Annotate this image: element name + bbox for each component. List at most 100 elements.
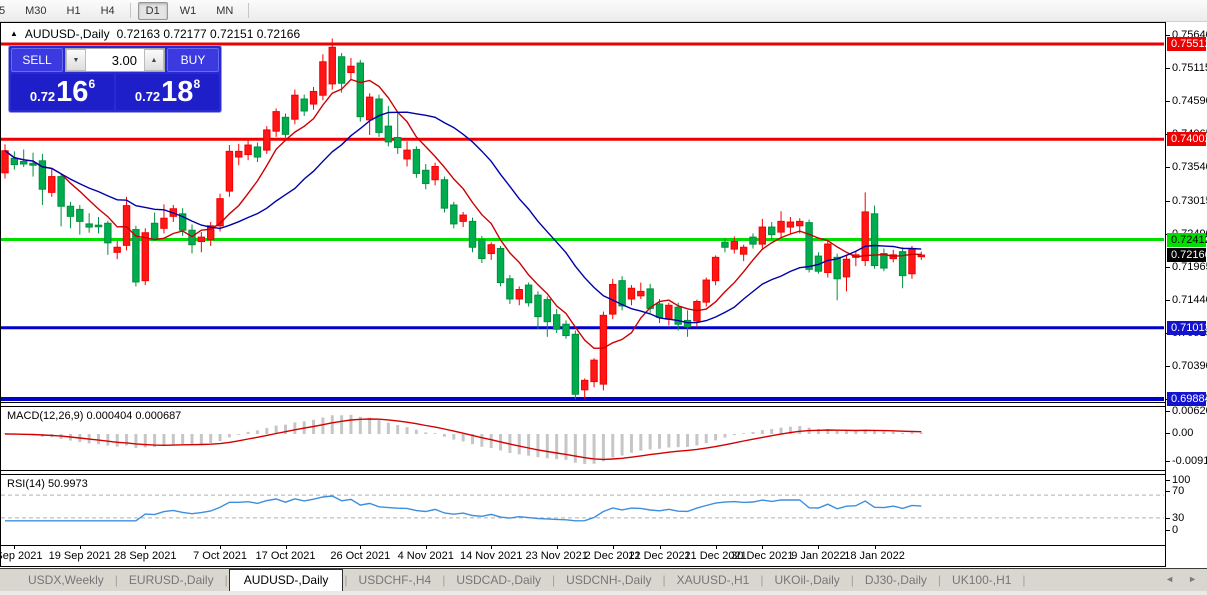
candle-body [768,226,776,236]
macd-histogram-bar [227,434,231,438]
candle-body [683,319,692,328]
macd-histogram-bar [255,430,259,434]
rsi-axis-label: 0 [1165,524,1179,536]
price-level-badge: 0.74002 [1167,132,1207,147]
date-label: 23 Nov 2021 [525,550,588,562]
macd-histogram-bar [321,417,325,434]
candle-body [908,248,916,275]
candle-body [291,94,299,120]
timeframe-button-h1[interactable]: H1 [59,2,89,20]
timeframe-button-5[interactable]: 5 [0,2,13,20]
macd-histogram-bar [209,434,213,444]
macd-histogram-bar [854,431,858,434]
candle-body [66,205,75,217]
macd-histogram-bar [919,432,923,434]
chart-tab-uk100-h1[interactable]: UK100-,H1 [942,570,1021,591]
macd-histogram-bar [564,434,568,460]
candle-body [365,96,374,121]
date-label: 7 Oct 2021 [193,550,247,562]
candle-body [786,221,795,228]
chart-ohlc-values: 0.72163 0.72177 0.72151 0.72166 [116,27,301,41]
candle-body [104,222,112,244]
status-strip [0,591,1207,595]
date-label: 30 Dec 2021 [731,550,794,562]
macd-axis-label: 0.006201 [1166,405,1207,417]
chart-tab-dj30-daily[interactable]: DJ30-,Daily [855,570,937,591]
one-click-trade-panel: SELL ▼ 3.00 ▲ BUY 0.72 16 6 0.72 18 8 [8,45,222,113]
volume-spinner: ▼ 3.00 ▲ [65,48,165,72]
timeframe-button-w1[interactable]: W1 [172,2,205,20]
macd-histogram-bar [732,434,736,436]
price-grid-label: 0.71440 [1166,294,1207,306]
rsi-label: RSI(14) 50.9973 [7,478,88,490]
timeframe-button-mn[interactable]: MN [208,2,241,20]
macd-histogram-bar [835,430,839,434]
macd-histogram-bar [891,431,895,434]
macd-histogram-bar [798,425,802,434]
timeframe-button-h4[interactable]: H4 [93,2,123,20]
candle-body [440,179,449,209]
macd-histogram-bar [199,434,203,444]
chart-tab-xauusd-h1[interactable]: XAUUSD-,H1 [667,570,760,591]
candle-body [562,323,570,337]
volume-increase-icon[interactable]: ▲ [144,49,164,71]
candle-body [796,220,804,227]
candle-body [571,333,580,395]
date-label: 9 Jan 2022 [791,550,846,562]
macd-histogram-bar [396,425,400,434]
macd-histogram-bar [545,434,549,459]
macd-histogram-bar [639,434,643,451]
tab-scroll-right-icon[interactable]: ► [1188,574,1197,584]
panel-splitter[interactable] [1,402,1165,407]
chart-tab-ukoil-daily[interactable]: UKOil-,Daily [764,570,849,591]
date-label: 26 Oct 2021 [330,550,391,562]
chart-tab-usdx-weekly[interactable]: USDX,Weekly [18,570,114,591]
timeframe-toolbar: 5 M30 H1 H4 D1 W1 MN [0,0,1207,22]
macd-histogram-bar [265,428,269,434]
date-label: 4 Nov 2021 [397,550,454,562]
tab-scroll-left-icon[interactable]: ◄ [1165,574,1174,584]
macd-histogram-bar [667,434,671,448]
date-axis[interactable]: 9 Sep 2021 19 Sep 202128 Sep 2021 7 Oct 20… [0,545,1165,566]
candle-body [85,223,93,228]
macd-histogram-bar [845,431,848,434]
chart-tab-usdcad-daily[interactable]: USDCAD-,Daily [446,570,551,591]
panel-splitter[interactable] [1,470,1165,475]
macd-axis-label: -0.009197 [1166,455,1207,467]
volume-decrease-icon[interactable]: ▼ [66,49,86,71]
chart-tab-audusd-daily[interactable]: AUDUSD-,Daily [228,569,344,592]
candle-body [431,166,439,181]
price-grid-label: 0.70390 [1166,360,1207,372]
volume-input[interactable]: 3.00 [86,49,144,71]
macd-axis-label: 0.00 [1165,427,1194,439]
macd-histogram-bar [433,433,437,434]
candle-body [263,129,271,151]
price-grid-label: 0.71965 [1166,261,1207,273]
rsi-canvas[interactable] [1,475,1164,545]
timeframe-button-m30[interactable]: M30 [17,2,54,20]
sell-price[interactable]: 0.72 16 6 [11,74,114,110]
candle-body [403,149,411,160]
toolbar-separator [129,3,131,18]
candle-body [281,116,290,135]
buy-price[interactable]: 0.72 18 8 [116,74,219,110]
price-level-badge: 0.71013 [1167,320,1207,335]
candle-body [422,169,430,185]
collapse-arrow-icon[interactable]: ▲ [10,29,18,38]
price-scale[interactable]: 0.756400.751150.745900.740650.735400.730… [1165,22,1207,567]
macd-histogram-bar [573,434,577,463]
timeframe-button-d1[interactable]: D1 [137,1,168,20]
chart-tab-usdcnh-daily[interactable]: USDCNH-,Daily [556,570,661,591]
candle-body [1,150,9,174]
sell-button[interactable]: SELL [11,48,63,72]
price-grid-label: 0.73015 [1166,195,1207,207]
macd-histogram-bar [882,431,886,434]
candle-body [48,176,56,193]
macd-histogram-bar [424,432,428,434]
buy-button[interactable]: BUY [167,48,219,72]
candle-body [319,61,327,96]
chart-tab-usdchf-h4[interactable]: USDCHF-,H4 [349,570,442,591]
price-level-badge: 0.69884 [1167,392,1207,406]
chart-tab-eurusd-daily[interactable]: EURUSD-,Daily [119,570,224,591]
candle-body [581,379,589,391]
